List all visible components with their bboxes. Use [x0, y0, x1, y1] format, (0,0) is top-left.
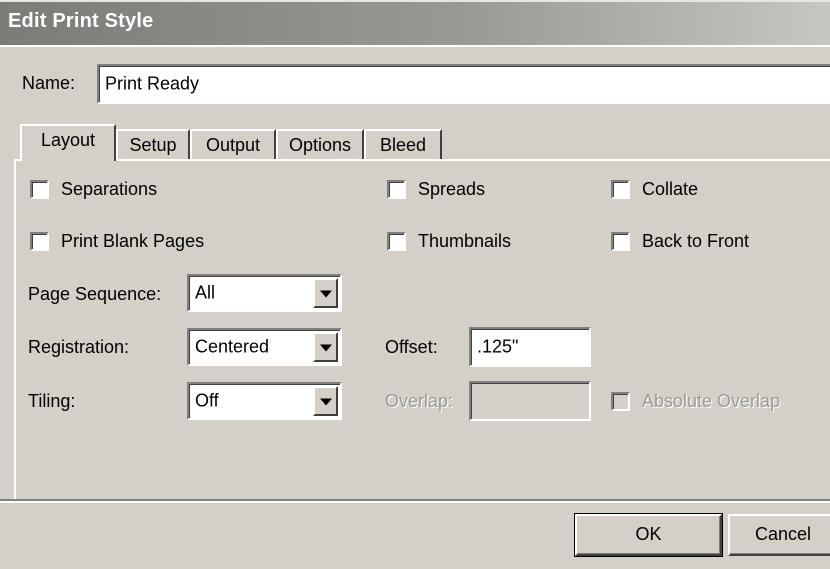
spreads-label: Spreads [418, 179, 486, 199]
separations-checkbox-box[interactable] [30, 180, 49, 199]
back-to-front-checkbox-box[interactable] [611, 232, 630, 251]
separations-label: Separations [61, 179, 158, 199]
chevron-down-icon[interactable] [313, 386, 338, 416]
registration-value: Centered [195, 336, 270, 357]
spreads-checkbox-box[interactable] [387, 180, 406, 199]
tiling-select[interactable]: Off [187, 382, 342, 420]
page-sequence-value: All [195, 282, 216, 303]
tab-output[interactable]: Output [190, 129, 276, 159]
title-separator [0, 45, 830, 47]
tiling-value: Off [195, 390, 219, 411]
back-to-front-checkbox[interactable]: Back to Front [611, 231, 749, 252]
edit-print-style-dialog: Edit Print Style Name: Print Ready Layou… [0, 0, 830, 569]
tab-setup[interactable]: Setup [116, 129, 190, 159]
thumbnails-label: Thumbnails [418, 231, 512, 251]
chevron-down-icon[interactable] [313, 278, 338, 308]
page-sequence-label: Page Sequence: [28, 284, 162, 304]
print-blank-pages-checkbox-box[interactable] [30, 232, 49, 251]
offset-input[interactable]: .125" [469, 327, 591, 367]
tab-layout[interactable]: Layout [20, 124, 116, 161]
print-blank-pages-checkbox[interactable]: Print Blank Pages [30, 231, 204, 252]
separations-checkbox[interactable]: Separations [30, 179, 157, 200]
offset-value: .125" [477, 336, 519, 357]
footer-separator-highlight [0, 501, 830, 503]
cancel-button[interactable]: Cancel [728, 514, 830, 556]
ok-button[interactable]: OK [574, 513, 723, 557]
thumbnails-checkbox-box[interactable] [387, 232, 406, 251]
thumbnails-checkbox[interactable]: Thumbnails [387, 231, 511, 252]
tiling-label: Tiling: [28, 391, 76, 411]
tab-bleed[interactable]: Bleed [364, 129, 442, 159]
overlap-label: Overlap: [385, 391, 454, 411]
title-bar[interactable]: Edit Print Style [0, 0, 830, 45]
print-blank-pages-label: Print Blank Pages [61, 231, 205, 251]
registration-label: Registration: [28, 337, 130, 357]
name-input[interactable]: Print Ready [97, 64, 830, 104]
registration-select[interactable]: Centered [187, 328, 342, 366]
name-input-value: Print Ready [105, 73, 200, 94]
back-to-front-label: Back to Front [642, 231, 750, 251]
absolute-overlap-label: Absolute Overlap [642, 391, 781, 411]
tab-options[interactable]: Options [276, 129, 364, 159]
layout-tab-panel [14, 159, 830, 499]
collate-checkbox[interactable]: Collate [611, 179, 698, 200]
chevron-down-icon[interactable] [313, 332, 338, 362]
overlap-input [469, 381, 591, 421]
absolute-overlap-checkbox-box [611, 392, 630, 411]
absolute-overlap-checkbox: Absolute Overlap [611, 391, 780, 412]
collate-label: Collate [642, 179, 699, 199]
offset-label: Offset: [385, 337, 438, 357]
page-sequence-select[interactable]: All [187, 274, 342, 312]
window-title: Edit Print Style [8, 10, 154, 32]
spreads-checkbox[interactable]: Spreads [387, 179, 485, 200]
collate-checkbox-box[interactable] [611, 180, 630, 199]
name-label: Name: [22, 73, 76, 93]
